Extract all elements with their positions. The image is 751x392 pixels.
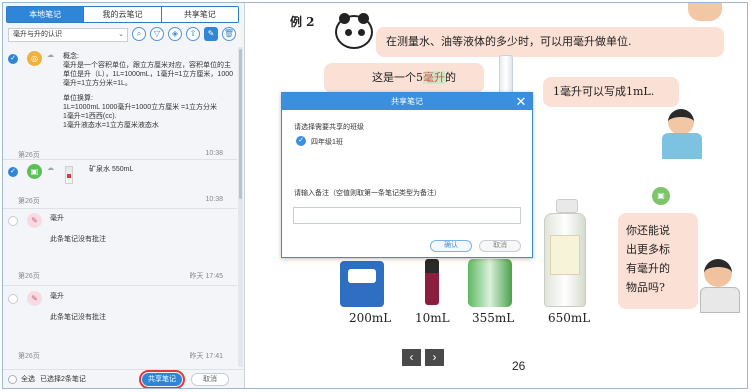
dialog-cancel-button[interactable]: 取消 [479,240,521,252]
note-checkbox[interactable] [8,294,18,304]
image-note-icon: ▣ [27,164,42,179]
delete-icon[interactable]: 🗑 [222,27,236,41]
confirm-button[interactable]: 确认 [430,240,472,252]
note-checkbox[interactable]: ✓ [8,54,18,64]
panda-eyes [345,29,365,36]
pen-note-icon: ✎ [27,291,42,306]
remark-label: 请输入备注（空值则取第一条笔记类型为备注） [294,190,441,197]
tag-icon[interactable]: ◈ [168,27,182,41]
boy-illustration [650,99,720,159]
bottle-thumbnail [65,166,73,184]
dialog-title: 共享笔记 [282,93,532,110]
speech-bubble-4: 你还能说 出更多标 有毫升的 物品吗? [618,213,698,309]
note-checkbox[interactable] [8,216,18,226]
speech-bubble-2: 这是一个5毫升的 [324,63,484,93]
class-checkbox[interactable]: ✓ [296,136,306,146]
select-all-checkbox[interactable] [8,375,17,384]
notes-panel: 本地笔记 我的云笔记 共享笔记 毫升与升的认识 ⌄ ⌕ ▽ ◈ ⇧ ✎ 🗑 ✓ … [3,3,245,388]
note-content: 矿泉水 550mL [89,166,134,173]
remark-input[interactable] [293,207,521,224]
note-page: 第26页 [18,152,40,159]
search-icon[interactable]: ⌕ [132,27,146,41]
note-time: 10:38 [205,150,223,157]
note-content: 概念: 毫升是一个容积单位，跟立方厘米对应，容积单位的主单位是升（L），1L=1… [63,53,234,129]
close-icon[interactable]: ✕ [514,93,528,110]
list-item[interactable]: ✓ ◎ ☁ 概念: 毫升是一个容积单位，跟立方厘米对应，容积单位的主单位是升（L… [3,47,237,160]
caption-355ml: 355mL [472,311,515,325]
tab-shared-notes[interactable]: 共享笔记 [160,7,238,22]
chevron-down-icon: ⌄ [118,31,124,38]
concept-note-icon: ◎ [27,51,42,66]
cloud-icon: ☁ [47,165,54,172]
pump-bottle-image [540,199,590,307]
note-footer: 第26页 昨天 17:41 [18,351,223,361]
cloud-icon: ☁ [47,52,54,59]
note-page: 第26页 [18,353,40,360]
caption-200ml: 200mL [349,311,392,325]
caption-650ml: 650mL [548,311,591,325]
note-time: 昨天 17:45 [189,273,223,280]
note-checkbox[interactable]: ✓ [8,167,18,177]
note-time: 昨天 17:41 [189,353,223,360]
list-item[interactable]: ✎ 毫升 此条笔记没有批注 第26页 昨天 17:45 [3,209,237,287]
example-title: 例 2 [290,15,315,29]
note-content: 毫升 此条笔记没有批注 [50,215,106,243]
caption-10ml: 10mL [415,311,450,325]
next-page-button[interactable]: › [425,349,444,366]
select-all-label[interactable]: 全选 [21,374,35,384]
notes-bottom-bar: 全选 已选择2条笔记 共享笔记 取消 [3,369,244,388]
choose-class-label: 请选择需要共享的班级 [294,124,364,131]
app-window: 本地笔记 我的云笔记 共享笔记 毫升与升的认识 ⌄ ⌕ ▽ ◈ ⇧ ✎ 🗑 ✓ … [2,2,748,389]
filter-icon[interactable]: ▽ [150,27,164,41]
note-footer: 第26页 10:38 [18,196,223,206]
class-option-label: 四年级1班 [311,139,343,146]
share-notes-dialog: 共享笔记 ✕ 请选择需要共享的班级 ✓ 四年级1班 请输入备注（空值则取第一条笔… [281,92,533,258]
chapter-filter-value: 毫升与升的认识 [13,31,62,38]
edit-icon[interactable]: ✎ [204,27,218,41]
water-bottle-image [499,55,513,95]
note-page: 第26页 [18,273,40,280]
prev-page-button[interactable]: ‹ [402,349,421,366]
note-content: 毫升 此条笔记没有批注 [50,293,106,321]
notes-scrollbar[interactable] [238,47,243,367]
milk-bag-image [340,261,384,307]
soda-can-image [468,259,512,307]
page-number: 26 [512,359,526,373]
divider [3,285,237,286]
pen-note-icon: ✎ [27,213,42,228]
notes-tabs: 本地笔记 我的云笔记 共享笔记 [6,6,239,23]
notes-list: ✓ ◎ ☁ 概念: 毫升是一个容积单位，跟立方厘米对应，容积单位的主单位是升（L… [3,47,237,367]
tab-cloud-notes[interactable]: 我的云笔记 [83,7,161,22]
speech-bubble-1: 在测量水、油等液体的多少时，可以用毫升做单位. [376,27,724,57]
share-notes-button[interactable]: 共享笔记 [139,370,185,388]
selected-count: 已选择2条笔记 [40,376,86,383]
vial-image [425,259,439,305]
scrollbar-thumb[interactable] [239,49,242,199]
chapter-filter-select[interactable]: 毫升与升的认识 ⌄ [8,28,128,42]
list-item[interactable]: ✎ 毫升 此条笔记没有批注 第26页 昨天 17:41 [3,287,237,365]
list-item[interactable]: ✓ ▣ ☁ 矿泉水 550mL 第26页 10:38 [3,160,237,210]
image-note-marker-icon[interactable]: ▣ [652,187,670,205]
tab-local-notes[interactable]: 本地笔记 [7,7,84,22]
character-illustration [688,3,722,21]
note-page: 第26页 [18,198,40,205]
boy-illustration-2 [696,253,744,313]
highlighted-text[interactable]: 毫升 [423,71,445,84]
note-footer: 第26页 昨天 17:45 [18,271,223,281]
upload-icon[interactable]: ⇧ [186,27,200,41]
note-time: 10:38 [205,196,223,203]
cancel-button[interactable]: 取消 [191,373,229,386]
